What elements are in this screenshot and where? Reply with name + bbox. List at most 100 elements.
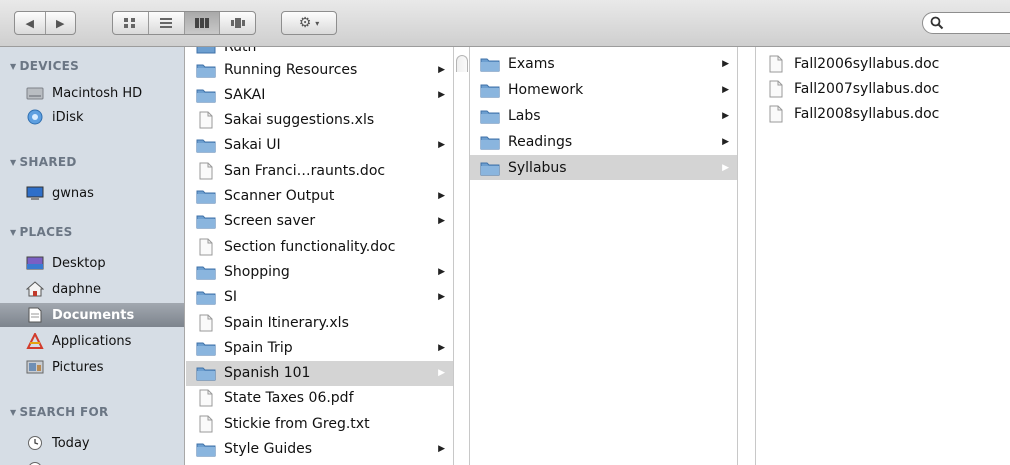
sidebar: ▼ DEVICES Macintosh HD iDisk ▼ SHARED gwna…: [0, 47, 185, 465]
folder-item[interactable]: Labs ▶: [470, 103, 737, 128]
sidebar-heading-search-for[interactable]: ▼ SEARCH FOR: [10, 405, 109, 419]
item-label: Style Guides: [224, 441, 313, 457]
document-icon: [196, 238, 216, 256]
disclosure-arrow-icon: ▶: [438, 444, 445, 454]
column-view-button[interactable]: [184, 12, 221, 34]
sidebar-item-applications[interactable]: Applications: [0, 329, 184, 353]
column-resize-handle[interactable]: [738, 47, 756, 465]
search-input[interactable]: [922, 12, 1010, 34]
file-item[interactable]: Sakai suggestions.xls: [186, 108, 453, 133]
item-label: Section functionality.doc: [224, 238, 396, 255]
sidebar-item-partial[interactable]: [0, 457, 184, 465]
sidebar-heading-devices[interactable]: ▼ DEVICES: [10, 59, 79, 73]
folder-item[interactable]: Style Guides ▶: [186, 437, 453, 462]
item-label: Readings: [508, 133, 573, 150]
folder-item[interactable]: Syllabus ▶: [470, 155, 737, 180]
file-item[interactable]: Fall2006syllabus.doc: [756, 51, 1010, 76]
folder-item[interactable]: Spain Trip ▶: [186, 335, 453, 360]
file-item[interactable]: San Franci…raunts.doc: [186, 158, 453, 183]
sidebar-item-idisk[interactable]: iDisk: [0, 105, 184, 129]
folder-item[interactable]: Running Resources ▶: [186, 57, 453, 82]
folder-icon: [196, 136, 216, 154]
folder-item[interactable]: SAKAI ▶: [186, 82, 453, 107]
folder-item[interactable]: Screen saver ▶: [186, 209, 453, 234]
folder-item[interactable]: Spanish 101 ▶: [186, 360, 453, 386]
folder-icon: [480, 159, 500, 177]
sidebar-heading-shared[interactable]: ▼ SHARED: [10, 155, 77, 169]
sidebar-item-documents[interactable]: Documents: [0, 303, 184, 327]
column-documents[interactable]: Ruth Running Resources ▶ SAKAI ▶ Sakai sugge…: [186, 47, 454, 465]
folder-item[interactable]: Sakai UI ▶: [186, 133, 453, 158]
sidebar-heading-places[interactable]: ▼ PLACES: [10, 225, 73, 239]
disclosure-arrow-icon: ▶: [722, 58, 729, 69]
column-spanish-101[interactable]: Exams ▶ Homework ▶ Labs ▶ Readings ▶ Syllabus ▶: [470, 47, 738, 465]
folder-icon: [196, 263, 216, 281]
desktop-icon: [26, 255, 44, 271]
item-label: Spain Trip: [224, 339, 293, 356]
disclosure-arrow-icon: ▶: [438, 191, 445, 201]
disclosure-arrow-icon: ▶: [722, 162, 729, 173]
item-label: State Taxes 06.pdf: [224, 390, 354, 407]
item-label: SI: [224, 289, 238, 306]
item-label: Spanish 101: [224, 365, 311, 382]
icon-view-button[interactable]: [113, 12, 149, 34]
document-icon: [196, 162, 216, 180]
forward-button[interactable]: ▶: [46, 12, 76, 34]
disclosure-arrow-icon: ▶: [438, 64, 445, 75]
gear-icon: ⚙: [298, 15, 312, 31]
file-item[interactable]: Section functionality.doc: [186, 234, 453, 259]
folder-icon: [480, 133, 500, 151]
disclosure-arrow-icon: ▶: [722, 110, 729, 121]
file-item[interactable]: Fall2008syllabus.doc: [756, 101, 1010, 126]
coverflow-view-button[interactable]: [220, 12, 255, 34]
file-item[interactable]: State Taxes 06.pdf: [186, 386, 453, 411]
item-label: Running Resources: [224, 61, 358, 78]
item-label: SAKAI: [224, 86, 266, 103]
action-menu-button[interactable]: ⚙ ▾: [281, 11, 337, 35]
item-label: Shopping: [224, 263, 290, 280]
folder-item[interactable]: Homework ▶: [470, 77, 737, 102]
item-label: Screen saver: [224, 213, 316, 230]
folder-item[interactable]: Readings ▶: [470, 129, 737, 154]
list-view-button[interactable]: [149, 12, 185, 34]
applications-icon: [26, 333, 44, 349]
sidebar-item-macintosh-hd[interactable]: Macintosh HD: [0, 81, 184, 105]
item-label: Exams: [508, 55, 555, 72]
item-label: Fall2008syllabus.doc: [794, 105, 940, 122]
item-label: Scanner Output: [224, 188, 335, 204]
folder-icon: [480, 107, 500, 125]
folder-icon: [196, 339, 216, 357]
folder-icon: [196, 288, 216, 306]
sidebar-item-today[interactable]: Today: [0, 431, 184, 455]
sidebar-item-pictures[interactable]: Pictures: [0, 355, 184, 379]
folder-icon: [196, 364, 216, 382]
sidebar-item-desktop[interactable]: Desktop: [0, 251, 184, 275]
disclosure-arrow-icon: ▶: [438, 140, 445, 151]
document-icon: [766, 105, 786, 123]
disclosure-arrow-icon: ▶: [438, 216, 445, 227]
file-item[interactable]: Fall2007syllabus.doc: [756, 76, 1010, 101]
list-view-icon: [160, 18, 173, 28]
folder-item[interactable]: SI ▶: [186, 285, 453, 310]
folder-item[interactable]: Scanner Output ▶: [186, 184, 453, 209]
disclosure-arrow-icon: ▶: [438, 342, 445, 353]
idisk-icon: [26, 109, 44, 125]
disclosure-arrow-icon: ▶: [438, 292, 445, 303]
partial-folder-item[interactable]: Ruth: [196, 47, 256, 57]
folder-item[interactable]: Exams ▶: [470, 51, 737, 76]
scrollbar-cap[interactable]: [456, 55, 468, 72]
folder-item[interactable]: Shopping ▶: [186, 259, 453, 284]
sidebar-item-gwnas[interactable]: gwnas: [0, 181, 184, 205]
back-icon: ◀: [25, 16, 34, 30]
item-label: Sakai UI: [224, 137, 281, 154]
file-item[interactable]: Spain Itinerary.xls: [186, 310, 453, 335]
document-icon: [196, 389, 216, 407]
item-label: Fall2007syllabus.doc: [794, 80, 940, 97]
file-item[interactable]: Stickie from Greg.txt: [186, 411, 453, 436]
back-button[interactable]: ◀: [15, 12, 46, 34]
document-icon: [766, 55, 786, 73]
column-resize-handle[interactable]: [454, 47, 470, 465]
sidebar-item-daphne[interactable]: daphne: [0, 277, 184, 301]
column-syllabus[interactable]: Fall2006syllabus.doc Fall2007syllabus.doc…: [756, 47, 1010, 465]
disclosure-arrow-icon: ▶: [438, 266, 445, 277]
